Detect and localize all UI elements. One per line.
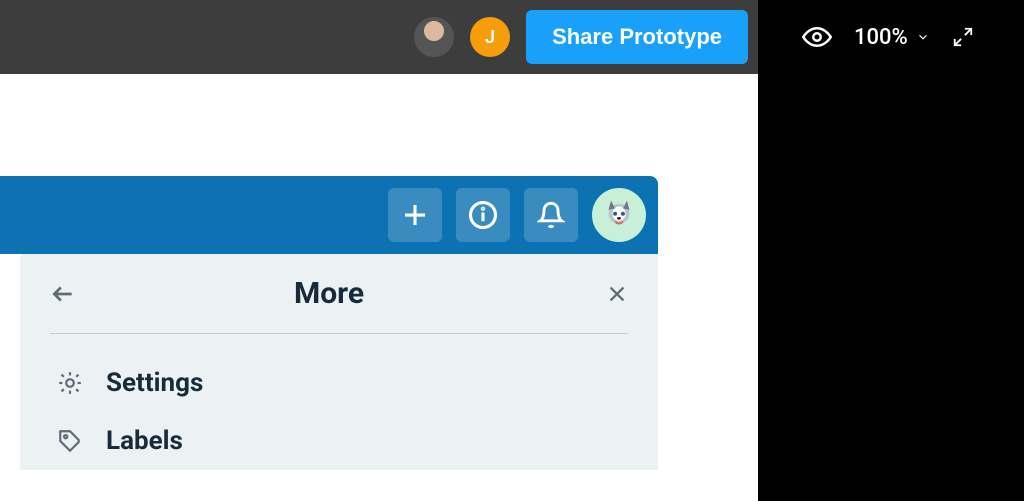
figma-topbar: J Share Prototype	[0, 0, 758, 74]
fullscreen-icon[interactable]	[952, 26, 974, 48]
collaborator-avatar-1[interactable]	[414, 17, 454, 57]
close-button[interactable]	[606, 283, 628, 305]
prototype-canvas: More	[0, 74, 758, 501]
more-panel-header: More	[50, 276, 628, 334]
zoom-level-label: 100%	[854, 25, 908, 50]
menu-item-label: Settings	[106, 368, 203, 398]
menu-item-settings[interactable]: Settings	[50, 354, 628, 412]
notifications-button[interactable]	[524, 188, 578, 242]
panel-title: More	[52, 276, 606, 311]
info-button[interactable]	[456, 188, 510, 242]
collaborator-avatar-2[interactable]: J	[470, 17, 510, 57]
figma-rightbar: 100%	[758, 0, 1024, 501]
chevron-down-icon	[916, 30, 930, 44]
tag-icon	[56, 427, 84, 455]
rightbar-controls: 100%	[758, 0, 1024, 74]
user-avatar[interactable]	[592, 188, 646, 242]
gear-icon	[56, 369, 84, 397]
visibility-icon[interactable]	[802, 22, 832, 52]
share-prototype-button[interactable]: Share Prototype	[526, 10, 748, 64]
more-panel: More	[20, 254, 658, 470]
app-frame: More	[0, 176, 658, 254]
menu-list: Settings Labels	[50, 334, 628, 470]
menu-item-labels[interactable]: Labels	[50, 412, 628, 470]
menu-item-label: Labels	[106, 426, 183, 456]
add-button[interactable]	[388, 188, 442, 242]
zoom-dropdown[interactable]: 100%	[854, 25, 930, 50]
app-header	[0, 176, 658, 254]
